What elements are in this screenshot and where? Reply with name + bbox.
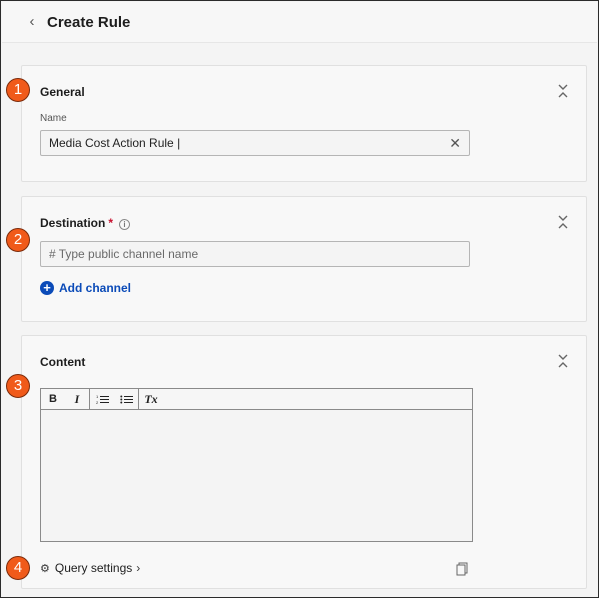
query-settings-label: Query settings: [54, 561, 133, 575]
destination-section: Destination * i # Type public channel name…: [21, 196, 587, 322]
channel-input-placeholder: Type public channel name: [58, 247, 199, 261]
general-section-title: General: [40, 85, 85, 99]
content-section: Content B I 1 2 Tx ⚙ Query settings ›: [21, 335, 587, 589]
query-settings-link[interactable]: ⚙ Query settings ›: [40, 561, 140, 575]
collapse-icon[interactable]: [556, 353, 570, 369]
add-channel-button[interactable]: + Add channel: [40, 281, 131, 295]
name-field-label: Name: [40, 113, 67, 124]
numbered-list-button[interactable]: 1 2: [90, 389, 114, 410]
destination-section-title: Destination * i: [40, 216, 131, 230]
rich-text-editor: B I 1 2 Tx: [40, 388, 473, 542]
page-header: ‹ Create Rule: [2, 2, 597, 43]
editor-body[interactable]: [41, 410, 472, 541]
name-field-value: Media Cost Action Rule |: [49, 136, 181, 150]
plus-circle-icon: +: [40, 281, 54, 295]
italic-button[interactable]: I: [65, 389, 89, 410]
step-badge-4: 4: [6, 556, 30, 580]
add-channel-label: Add channel: [59, 281, 132, 295]
bullet-list-icon: [119, 395, 133, 403]
collapse-icon[interactable]: [556, 214, 570, 230]
svg-text:1: 1: [96, 394, 99, 399]
collapse-icon[interactable]: [556, 83, 570, 99]
close-icon[interactable]: ✕: [449, 135, 461, 151]
info-icon[interactable]: i: [119, 219, 131, 230]
svg-text:2: 2: [96, 400, 99, 405]
bold-button[interactable]: B: [41, 389, 65, 410]
hash-icon: #: [49, 247, 56, 261]
content-section-title: Content: [40, 355, 86, 369]
required-mark: *: [108, 216, 114, 230]
channel-input[interactable]: # Type public channel name: [40, 241, 470, 267]
create-rule-window: ‹ Create Rule General Name Media Cost Ac…: [0, 0, 599, 598]
step-badge-3: 3: [6, 374, 30, 398]
chevron-left-icon[interactable]: ‹: [24, 13, 40, 31]
destination-title-text: Destination: [40, 216, 106, 230]
step-badge-1: 1: [6, 78, 30, 102]
general-section: General Name Media Cost Action Rule | ✕: [21, 65, 587, 182]
copy-icon[interactable]: [456, 562, 468, 576]
name-field[interactable]: Media Cost Action Rule | ✕: [40, 130, 470, 156]
step-badge-2: 2: [6, 228, 30, 252]
chevron-right-icon: ›: [136, 561, 141, 575]
numbered-list-icon: 1 2: [96, 394, 109, 405]
bullet-list-button[interactable]: [114, 389, 138, 410]
editor-toolbar: B I 1 2 Tx: [41, 388, 472, 410]
clear-format-button[interactable]: Tx: [139, 389, 163, 410]
page-title: Create Rule: [47, 14, 131, 31]
gear-icon: ⚙: [40, 562, 50, 575]
